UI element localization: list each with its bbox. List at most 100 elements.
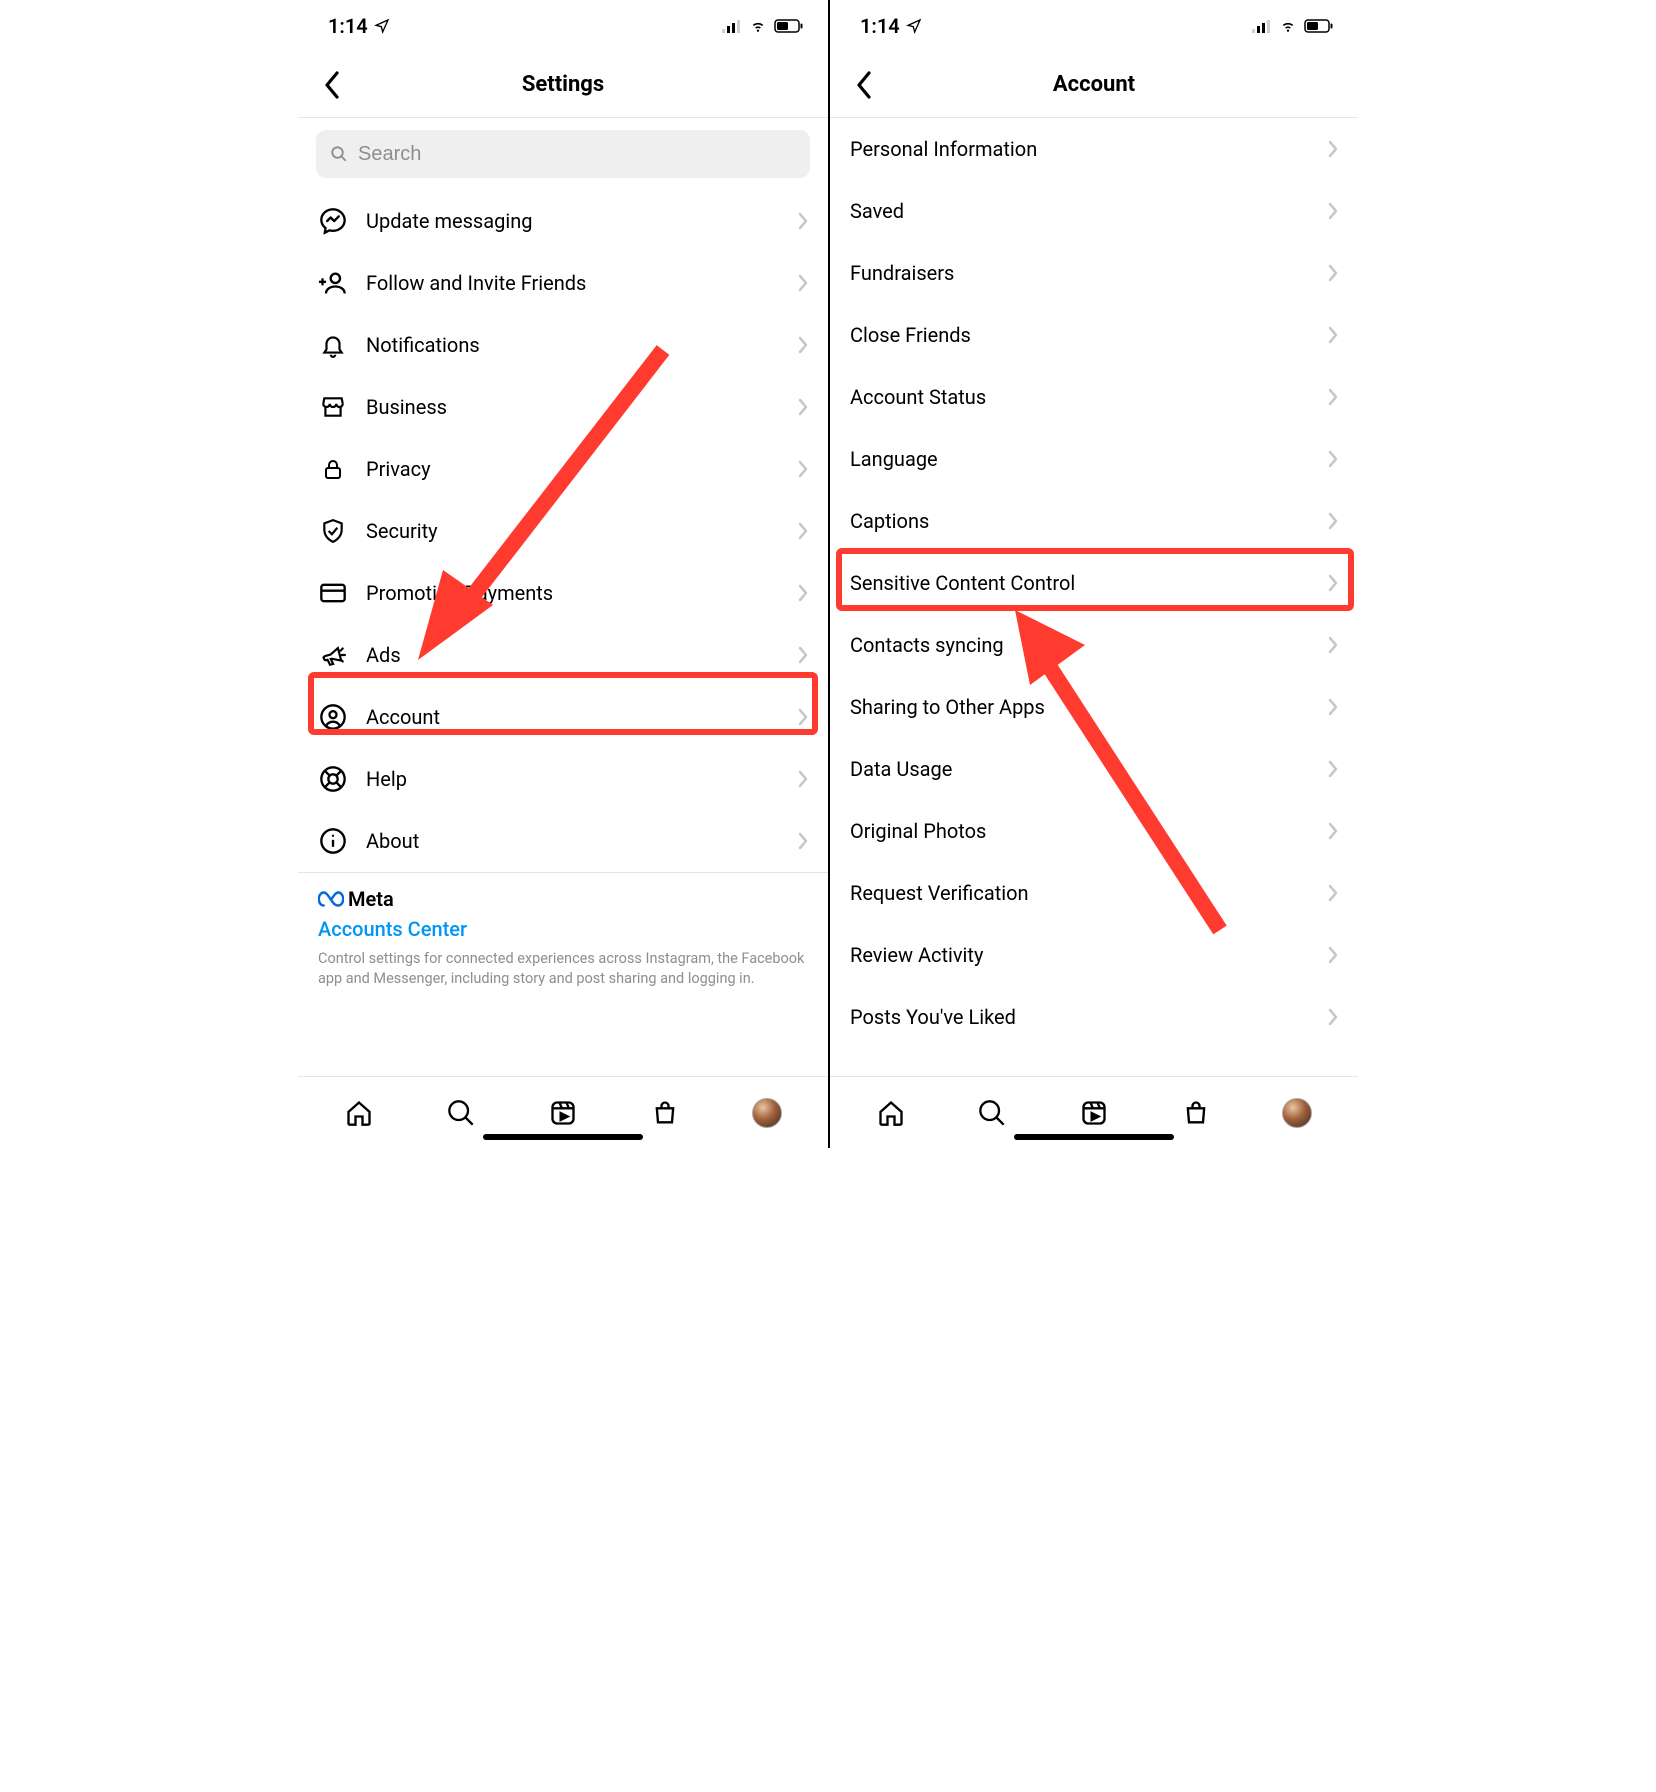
back-button[interactable]: [312, 65, 352, 105]
account-item-request-verification[interactable]: Request Verification: [830, 862, 1358, 924]
account-item-contacts-syncing[interactable]: Contacts syncing: [830, 614, 1358, 676]
status-time: 1:14: [860, 14, 900, 38]
account-item-personal-info[interactable]: Personal Information: [830, 118, 1358, 180]
account-item-posts-liked[interactable]: Posts You've Liked: [830, 986, 1358, 1048]
home-indicator: [483, 1134, 643, 1140]
status-bar: 1:14: [298, 0, 828, 52]
account-item-captions[interactable]: Captions: [830, 490, 1358, 552]
tab-shop[interactable]: [1174, 1091, 1218, 1135]
lifebuoy-icon: [318, 764, 348, 794]
user-circle-icon: [318, 702, 348, 732]
chevron-right-icon: [798, 832, 808, 850]
chevron-right-icon: [1328, 574, 1338, 592]
chevron-right-icon: [798, 398, 808, 416]
profile-avatar-icon: [1282, 1098, 1312, 1128]
phone-settings: 1:14 Settings: [298, 0, 828, 1148]
account-item-close-friends[interactable]: Close Friends: [830, 304, 1358, 366]
chevron-right-icon: [1328, 512, 1338, 530]
account-item-label: Language: [850, 447, 1328, 471]
search-input[interactable]: [358, 143, 796, 166]
account-item-saved[interactable]: Saved: [830, 180, 1358, 242]
search-input-container[interactable]: [316, 130, 810, 178]
account-item-sharing-other-apps[interactable]: Sharing to Other Apps: [830, 676, 1358, 738]
messenger-icon: [318, 206, 348, 236]
settings-item-label: Help: [366, 767, 780, 791]
chevron-right-icon: [798, 274, 808, 292]
search-icon: [330, 145, 348, 163]
tab-reels[interactable]: [541, 1091, 585, 1135]
settings-item-notifications[interactable]: Notifications: [298, 314, 828, 376]
meta-footer-section: Meta Accounts Center Control settings fo…: [298, 872, 828, 998]
chevron-right-icon: [1328, 326, 1338, 344]
chevron-right-icon: [1328, 822, 1338, 840]
account-item-sensitive-content[interactable]: Sensitive Content Control: [830, 552, 1358, 614]
settings-item-label: Follow and Invite Friends: [366, 271, 780, 295]
account-item-account-status[interactable]: Account Status: [830, 366, 1358, 428]
tab-home[interactable]: [869, 1091, 913, 1135]
chevron-right-icon: [1328, 884, 1338, 902]
home-indicator: [1014, 1134, 1174, 1140]
account-item-label: Review Activity: [850, 943, 1328, 967]
back-button[interactable]: [844, 65, 884, 105]
tab-search[interactable]: [970, 1091, 1014, 1135]
chevron-right-icon: [798, 522, 808, 540]
tab-reels[interactable]: [1072, 1091, 1116, 1135]
battery-half-icon: [774, 19, 804, 33]
chevron-right-icon: [798, 646, 808, 664]
chevron-right-icon: [1328, 636, 1338, 654]
chevron-right-icon: [798, 212, 808, 230]
location-arrow-icon: [374, 18, 390, 34]
settings-item-label: Update messaging: [366, 209, 780, 233]
account-item-label: Posts You've Liked: [850, 1005, 1328, 1029]
chevron-right-icon: [1328, 698, 1338, 716]
account-item-label: Data Usage: [850, 757, 1328, 781]
account-item-label: Original Photos: [850, 819, 1328, 843]
chevron-right-icon: [1328, 388, 1338, 406]
chevron-right-icon: [798, 708, 808, 726]
settings-item-privacy[interactable]: Privacy: [298, 438, 828, 500]
credit-card-icon: [318, 578, 348, 608]
chevron-right-icon: [798, 336, 808, 354]
tab-profile[interactable]: [1275, 1091, 1319, 1135]
settings-item-account[interactable]: Account: [298, 686, 828, 748]
bell-icon: [318, 330, 348, 360]
page-title: Settings: [298, 72, 828, 97]
accounts-center-link[interactable]: Accounts Center: [318, 917, 808, 941]
account-item-original-photos[interactable]: Original Photos: [830, 800, 1358, 862]
settings-item-security[interactable]: Security: [298, 500, 828, 562]
account-item-label: Personal Information: [850, 137, 1328, 161]
account-item-label: Captions: [850, 509, 1328, 533]
page-title: Account: [830, 72, 1358, 97]
settings-item-update-messaging[interactable]: Update messaging: [298, 190, 828, 252]
chevron-right-icon: [798, 460, 808, 478]
cell-signal-icon: [722, 19, 742, 33]
settings-item-promotion-payments[interactable]: Promotion Payments: [298, 562, 828, 624]
account-item-label: Fundraisers: [850, 261, 1328, 285]
tab-shop[interactable]: [643, 1091, 687, 1135]
settings-item-help[interactable]: Help: [298, 748, 828, 810]
chevron-right-icon: [1328, 1008, 1338, 1026]
meta-logo: Meta: [318, 887, 808, 911]
wifi-icon: [1278, 19, 1298, 33]
account-item-fundraisers[interactable]: Fundraisers: [830, 242, 1358, 304]
cell-signal-icon: [1252, 19, 1272, 33]
account-item-review-activity[interactable]: Review Activity: [830, 924, 1358, 986]
account-item-label: Account Status: [850, 385, 1328, 409]
settings-item-label: Privacy: [366, 457, 780, 481]
settings-item-ads[interactable]: Ads: [298, 624, 828, 686]
add-friend-icon: [318, 268, 348, 298]
account-item-label: Request Verification: [850, 881, 1328, 905]
account-item-data-usage[interactable]: Data Usage: [830, 738, 1358, 800]
tab-home[interactable]: [337, 1091, 381, 1135]
settings-item-business[interactable]: Business: [298, 376, 828, 438]
chevron-right-icon: [1328, 760, 1338, 778]
settings-item-about[interactable]: About: [298, 810, 828, 872]
chevron-right-icon: [1328, 946, 1338, 964]
battery-half-icon: [1304, 19, 1334, 33]
account-item-label: Close Friends: [850, 323, 1328, 347]
settings-item-label: Notifications: [366, 333, 780, 357]
settings-item-follow-invite[interactable]: Follow and Invite Friends: [298, 252, 828, 314]
account-item-language[interactable]: Language: [830, 428, 1358, 490]
tab-profile[interactable]: [745, 1091, 789, 1135]
tab-search[interactable]: [439, 1091, 483, 1135]
